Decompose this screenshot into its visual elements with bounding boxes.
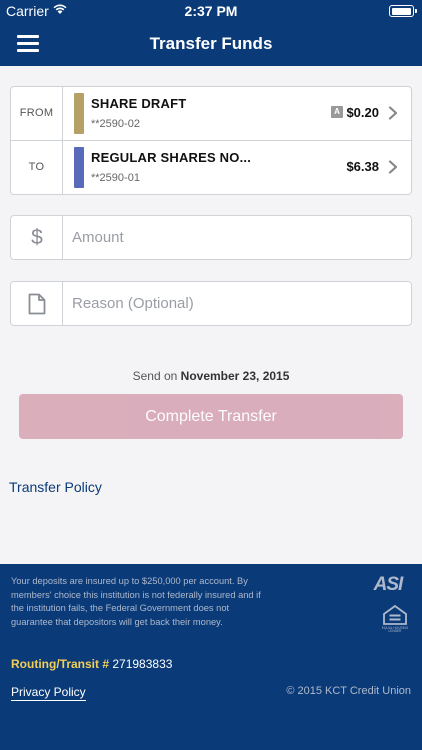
to-account-number: **2590-01 <box>91 172 140 184</box>
send-date[interactable]: Send on November 23, 2015 <box>0 369 422 383</box>
to-account-color-bar <box>74 147 84 188</box>
copyright: © 2015 KCT Credit Union <box>286 685 411 697</box>
document-icon <box>28 293 46 315</box>
send-on-prefix: Send on <box>132 369 178 383</box>
insurance-disclaimer: Your deposits are insured up to $250,000… <box>11 576 261 627</box>
footer: Your deposits are insured up to $250,000… <box>0 564 422 750</box>
from-label: FROM <box>11 87 63 140</box>
complete-transfer-button[interactable]: Complete Transfer <box>19 394 403 439</box>
from-account-row[interactable]: FROM SHARE DRAFT **2590-02 A $0.20 <box>11 87 411 140</box>
from-account-color-bar <box>74 93 84 134</box>
from-account-number: **2590-02 <box>91 118 140 130</box>
battery-level <box>391 7 411 15</box>
to-label: TO <box>11 141 63 194</box>
reason-field <box>10 281 412 326</box>
svg-text:LENDER: LENDER <box>389 629 403 632</box>
reason-input[interactable] <box>72 282 402 325</box>
transfer-policy-link[interactable]: Transfer Policy <box>9 479 102 495</box>
chevron-right-icon <box>388 106 398 120</box>
status-time: 2:37 PM <box>184 3 238 19</box>
account-selector: FROM SHARE DRAFT **2590-02 A $0.20 TO RE… <box>10 86 412 195</box>
status-bar: Carrier 2:37 PM <box>0 0 422 22</box>
from-account-name: SHARE DRAFT <box>91 96 187 111</box>
battery-icon <box>389 5 417 17</box>
to-account-row[interactable]: TO REGULAR SHARES NO... **2590-01 $6.38 <box>11 141 411 194</box>
nav-bar: Transfer Funds <box>0 22 422 66</box>
asi-logo: ASI <box>373 574 405 594</box>
chevron-right-icon <box>388 160 398 174</box>
page-title: Transfer Funds <box>149 34 273 53</box>
account-type-badge: A <box>331 106 343 118</box>
svg-text:ASI: ASI <box>373 574 404 594</box>
amount-input[interactable] <box>72 216 402 259</box>
reason-icon-cell <box>11 282 63 325</box>
to-account-name: REGULAR SHARES NO... <box>91 150 252 165</box>
routing-number: Routing/Transit # 271983833 <box>11 657 172 671</box>
from-account-balance: $0.20 <box>346 105 379 120</box>
amount-icon-cell: $ <box>11 216 63 259</box>
amount-field: $ <box>10 215 412 260</box>
send-on-date[interactable]: November 23, 2015 <box>181 369 290 383</box>
equal-housing-lender-icon: EQUAL HOUSING LENDER <box>382 604 408 632</box>
routing-value: 271983833 <box>112 657 173 671</box>
dollar-icon: $ <box>31 226 43 249</box>
privacy-policy-link[interactable]: Privacy Policy <box>11 685 86 701</box>
routing-label: Routing/Transit # <box>11 657 110 671</box>
to-account-balance: $6.38 <box>346 159 379 174</box>
